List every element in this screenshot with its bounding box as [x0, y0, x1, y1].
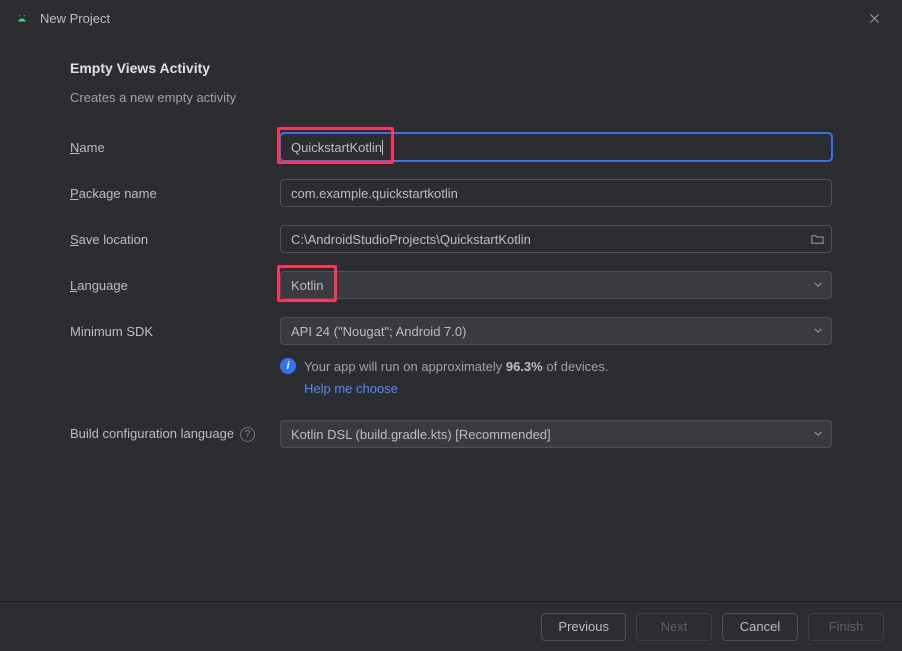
next-button[interactable]: Next	[636, 613, 712, 641]
package-input[interactable]	[280, 179, 832, 207]
name-label: Name	[70, 140, 280, 155]
previous-button[interactable]: Previous	[541, 613, 626, 641]
close-button[interactable]	[860, 4, 888, 32]
title-bar: New Project	[0, 0, 902, 36]
chevron-down-icon	[813, 427, 823, 442]
save-location-input[interactable]	[280, 225, 832, 253]
name-input-value: QuickstartKotlin	[291, 140, 382, 155]
page-heading: Empty Views Activity	[70, 60, 832, 76]
minsdk-value: API 24 ("Nougat"; Android 7.0)	[291, 324, 466, 339]
language-label: Language	[70, 278, 280, 293]
info-icon: i	[280, 358, 296, 374]
cancel-button[interactable]: Cancel	[722, 613, 798, 641]
chevron-down-icon	[813, 278, 823, 293]
chevron-down-icon	[813, 324, 823, 339]
buildcfg-dropdown[interactable]: Kotlin DSL (build.gradle.kts) [Recommend…	[280, 420, 832, 448]
device-compat-info: Your app will run on approximately 96.3%…	[304, 357, 609, 398]
folder-icon	[810, 232, 825, 247]
minsdk-dropdown[interactable]: API 24 ("Nougat"; Android 7.0)	[280, 317, 832, 345]
window-title: New Project	[40, 11, 110, 26]
language-dropdown[interactable]: Kotlin	[280, 271, 832, 299]
save-location-label: Save location	[70, 232, 280, 247]
help-me-choose-link[interactable]: Help me choose	[304, 379, 398, 399]
footer: Previous Next Cancel Finish	[0, 601, 902, 651]
name-input[interactable]: QuickstartKotlin	[280, 133, 832, 161]
buildcfg-value: Kotlin DSL (build.gradle.kts) [Recommend…	[291, 427, 551, 442]
finish-button[interactable]: Finish	[808, 613, 884, 641]
help-icon[interactable]: ?	[240, 427, 255, 442]
app-icon	[14, 10, 30, 26]
language-value: Kotlin	[291, 278, 324, 293]
buildcfg-label: Build configuration language?	[70, 426, 280, 442]
page-subtitle: Creates a new empty activity	[70, 90, 832, 105]
minsdk-label: Minimum SDK	[70, 324, 280, 339]
browse-folder-button[interactable]	[808, 230, 826, 248]
package-label: Package name	[70, 186, 280, 201]
close-icon	[868, 12, 881, 25]
